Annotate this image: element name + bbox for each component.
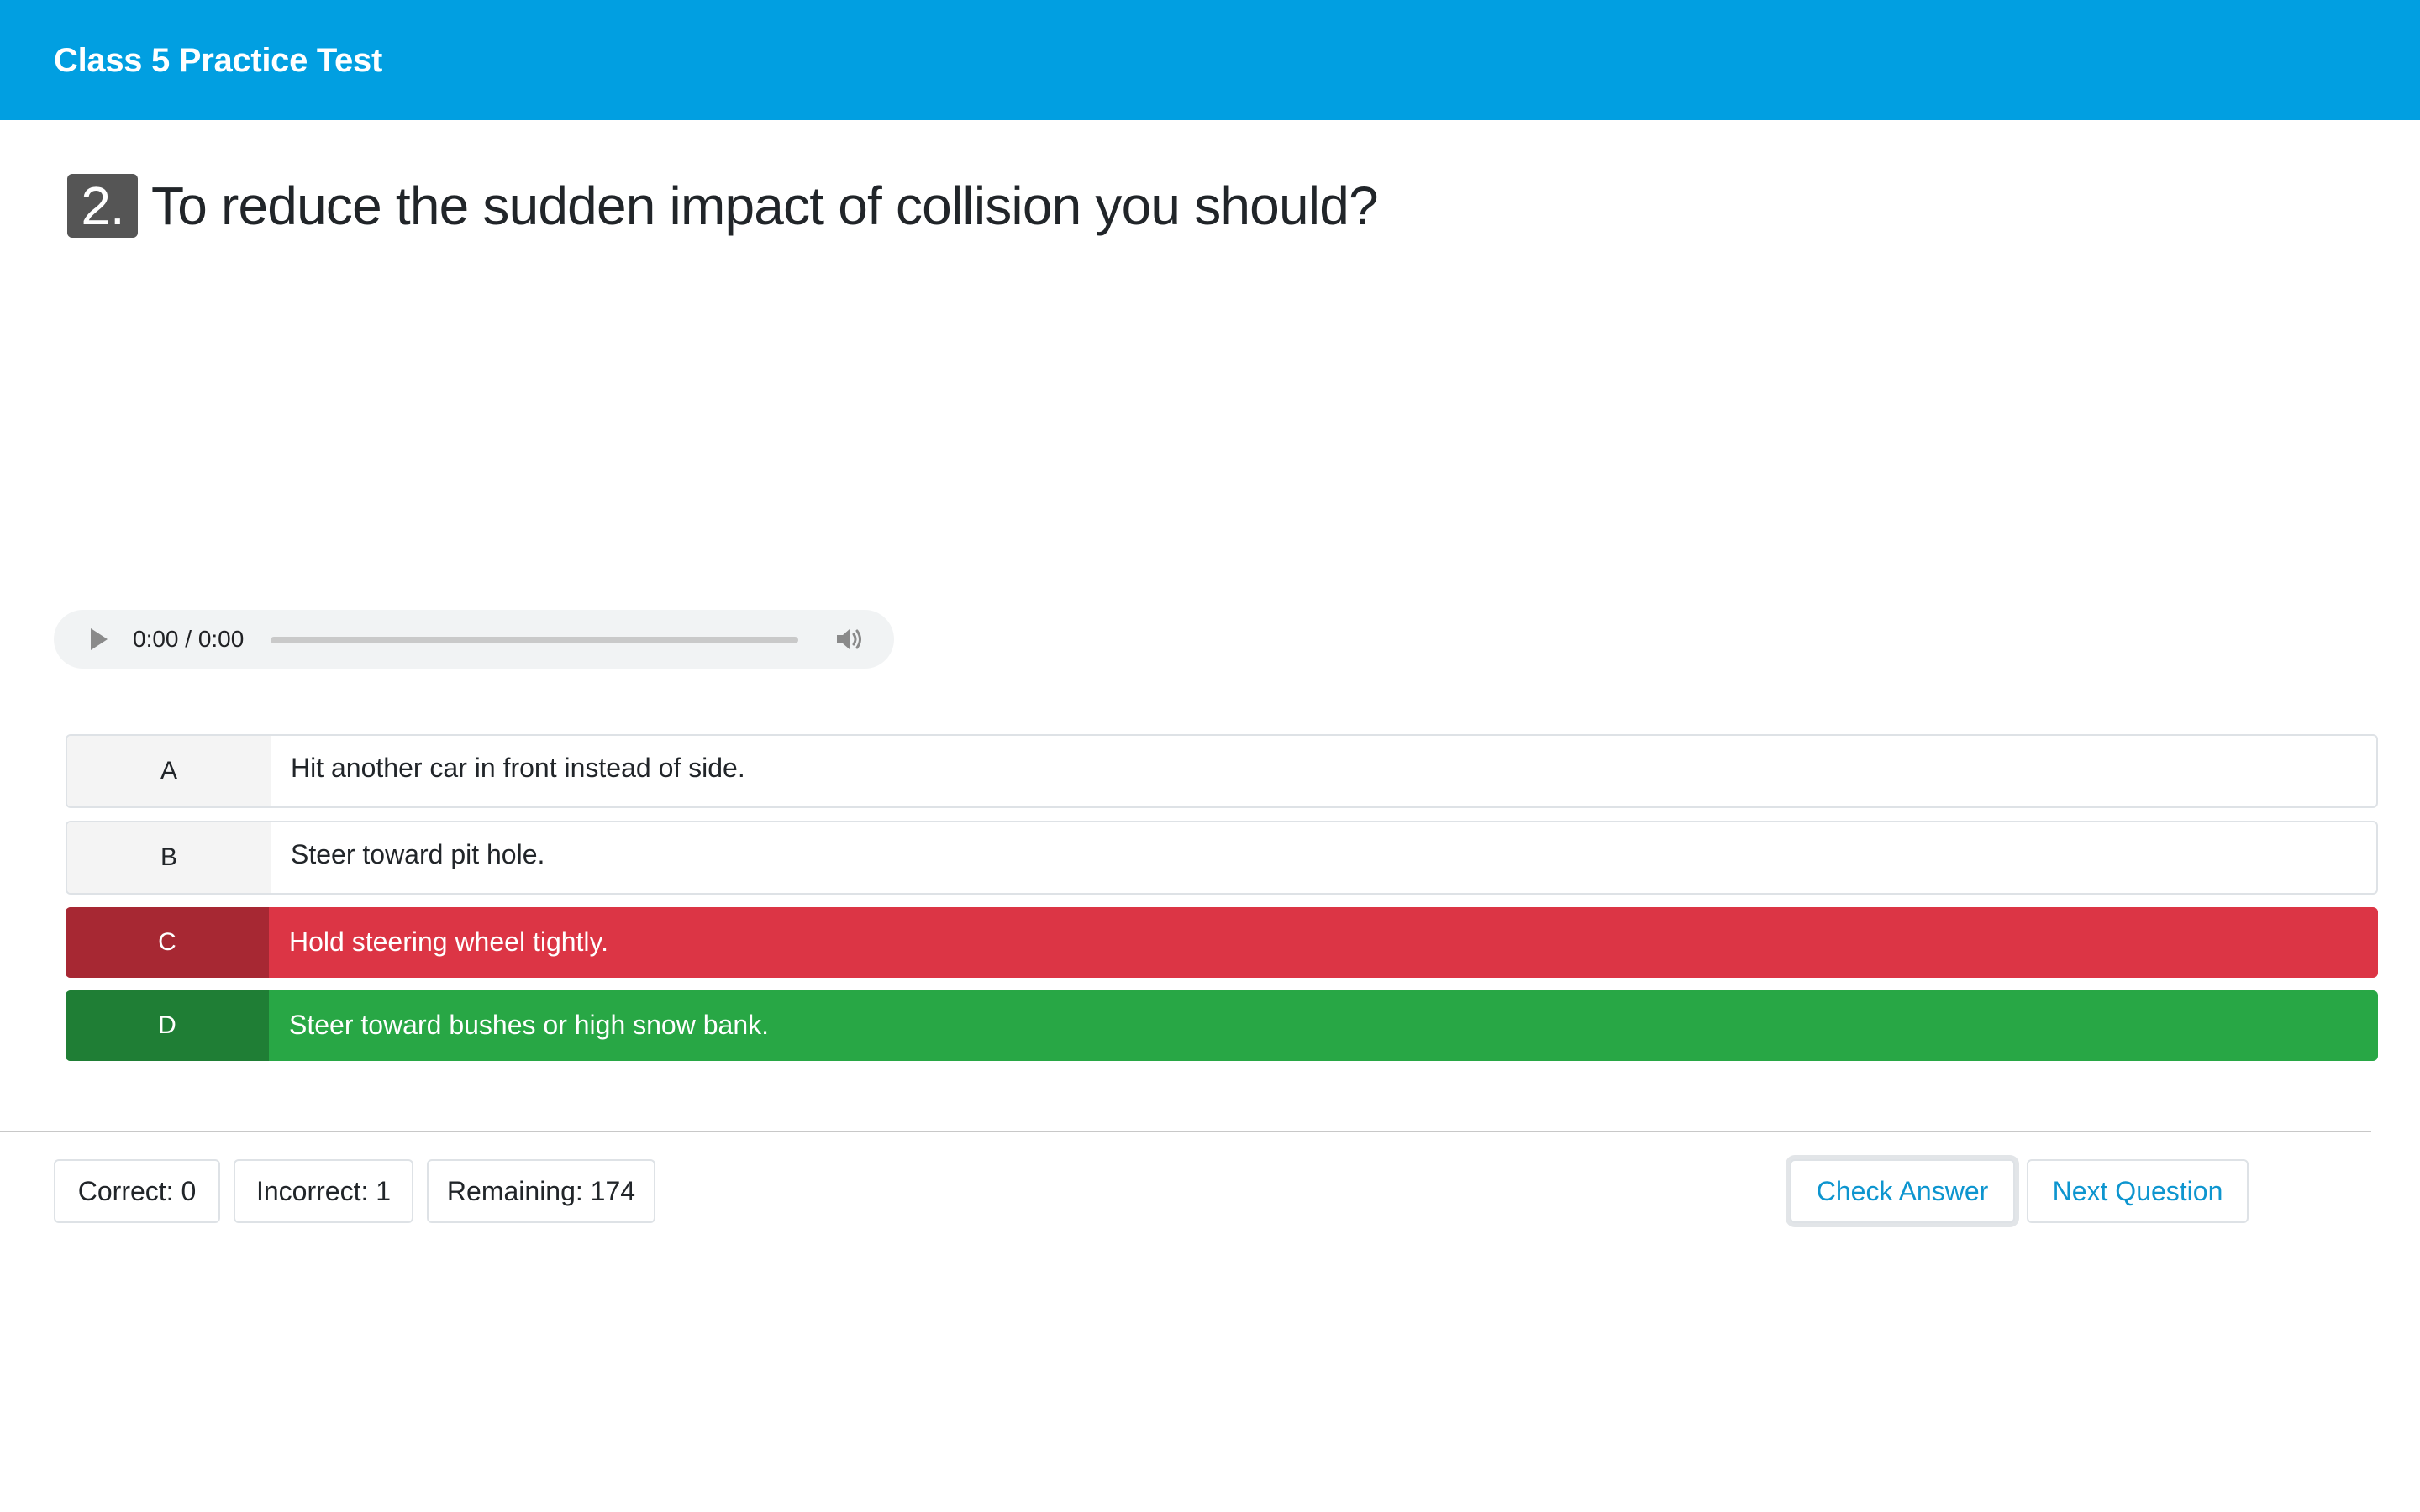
audio-player: 0:00 / 0:00: [54, 610, 894, 669]
divider: [0, 1131, 2371, 1132]
answer-option-c[interactable]: C Hold steering wheel tightly.: [66, 907, 2378, 978]
answer-option-d[interactable]: D Steer toward bushes or high snow bank.: [66, 990, 2378, 1061]
audio-progress-slider[interactable]: [271, 637, 798, 643]
volume-icon[interactable]: [835, 626, 865, 653]
option-letter: D: [66, 990, 269, 1061]
option-text: Steer toward pit hole.: [291, 838, 545, 869]
correct-count-badge: Correct: 0: [54, 1159, 220, 1223]
question-text: To reduce the sudden impact of collision…: [151, 176, 1379, 236]
option-letter: A: [67, 736, 271, 806]
check-answer-button[interactable]: Check Answer: [1790, 1159, 2015, 1223]
play-icon[interactable]: [91, 628, 108, 650]
option-letter: B: [67, 822, 271, 893]
answer-options: A Hit another car in front instead of si…: [66, 734, 2378, 1074]
incorrect-count-badge: Incorrect: 1: [234, 1159, 413, 1223]
next-question-button[interactable]: Next Question: [2027, 1159, 2249, 1223]
app-title[interactable]: Class 5 Practice Test: [54, 37, 382, 84]
answer-option-b[interactable]: B Steer toward pit hole.: [66, 821, 2378, 895]
option-text: Hold steering wheel tightly.: [289, 926, 609, 957]
option-letter: C: [66, 907, 269, 978]
remaining-count-badge: Remaining: 174: [427, 1159, 655, 1223]
answer-option-a[interactable]: A Hit another car in front instead of si…: [66, 734, 2378, 808]
top-navbar: Class 5 Practice Test: [0, 0, 2420, 120]
option-text: Hit another car in front instead of side…: [291, 752, 745, 783]
option-text: Steer toward bushes or high snow bank.: [289, 1009, 769, 1040]
question-heading: 2. To reduce the sudden impact of collis…: [67, 173, 1379, 239]
question-number-badge: 2.: [67, 174, 138, 238]
audio-time: 0:00 / 0:00: [133, 626, 245, 652]
